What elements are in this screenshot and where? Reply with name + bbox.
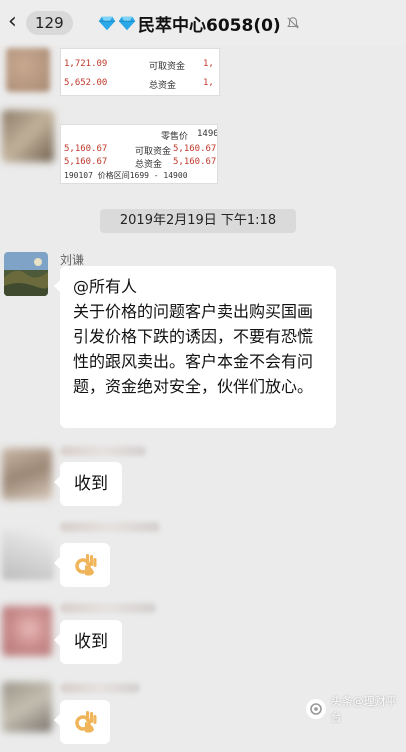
screenshot-label: 可取资金 xyxy=(135,147,172,157)
message-text: @所有人 关于价格的问题客户卖出购买国画引发价格下跌的诱因，不要有恐慌性的跟风卖… xyxy=(73,277,314,396)
avatar[interactable] xyxy=(2,110,54,162)
screenshot-value: 1, xyxy=(203,59,214,69)
chat-title: 民萃中心6058(0) xyxy=(138,15,281,36)
blurred-sender-name xyxy=(60,522,160,532)
screenshot-value: 5,652.00 xyxy=(64,78,108,88)
timestamp: 2019年2月19日 下午1:18 xyxy=(100,209,296,233)
screenshot-value: 1,721.09 xyxy=(64,59,108,69)
back-arrow-icon[interactable]: ‹ xyxy=(8,11,17,33)
screenshot-label: 总资金 xyxy=(135,160,163,170)
screenshot-value: 5,160.67 xyxy=(173,157,217,167)
screenshot-value: 5,160.67 xyxy=(64,144,108,154)
reply-message[interactable]: 收到 xyxy=(54,462,122,506)
reply-message[interactable] xyxy=(54,543,110,587)
reply-message[interactable] xyxy=(54,700,110,744)
screenshot-image[interactable]: 零售价 1490 5,160.67 可取资金 5,160.67 5,160.67… xyxy=(60,124,218,184)
screenshot-label: 可取资金 xyxy=(149,62,186,72)
blurred-sender-name xyxy=(60,446,146,456)
avatar[interactable] xyxy=(2,682,52,732)
screenshot-label: 总资金 xyxy=(149,81,177,91)
screenshot-value: 1, xyxy=(203,78,214,88)
avatar[interactable] xyxy=(6,48,50,92)
diamond-icon xyxy=(98,16,116,31)
watermark-text: 头条@理财平台 xyxy=(330,695,397,724)
mute-bell-icon xyxy=(286,17,299,29)
screenshot-value: 1490 xyxy=(197,129,218,139)
ok-hand-icon xyxy=(75,554,97,576)
landscape-avatar-icon xyxy=(4,252,48,296)
blurred-sender-name xyxy=(60,603,156,613)
chat-title-group: 民萃中心6058(0) xyxy=(98,10,300,36)
blurred-sender-name xyxy=(60,683,140,693)
screenshot-footer: 190107 价格区间1699 - 14900 xyxy=(64,171,188,180)
chat-header: ‹ 129 民萃中心6058(0) xyxy=(0,0,406,46)
avatar[interactable] xyxy=(2,530,54,580)
watermark: 头条@理财平台 xyxy=(306,693,406,725)
avatar[interactable] xyxy=(2,606,52,656)
avatar[interactable] xyxy=(4,252,48,296)
diamond-icon xyxy=(118,16,136,31)
announcement-message[interactable]: @所有人 关于价格的问题客户卖出购买国画引发价格下跌的诱因，不要有恐慌性的跟风卖… xyxy=(54,266,336,428)
reply-message[interactable]: 收到 xyxy=(54,620,122,664)
unread-count-badge[interactable]: 129 xyxy=(26,11,73,35)
ok-hand-icon xyxy=(75,711,97,733)
avatar[interactable] xyxy=(2,448,52,500)
toutiao-logo-icon xyxy=(306,699,326,719)
screenshot-image[interactable]: 1,721.09 可取资金 1, 5,652.00 总资金 1, xyxy=(60,48,220,96)
screenshot-value: 5,160.67 xyxy=(173,144,217,154)
screenshot-label: 零售价 xyxy=(161,132,189,142)
screenshot-value: 5,160.67 xyxy=(64,157,108,167)
